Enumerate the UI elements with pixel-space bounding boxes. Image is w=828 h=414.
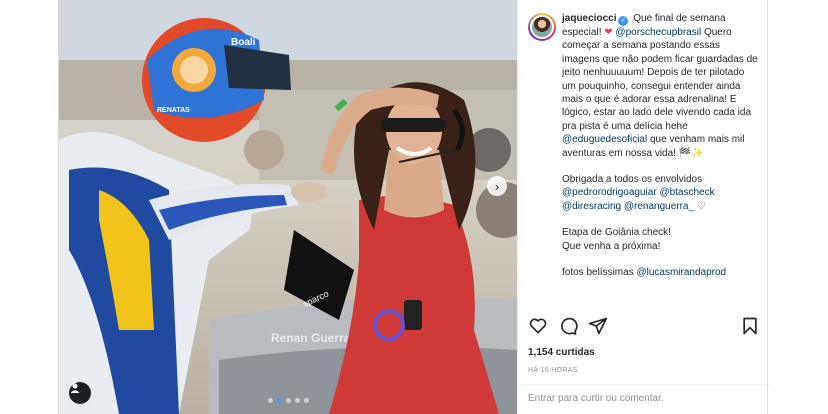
post-actions	[528, 316, 760, 338]
verified-badge-icon: ✓	[618, 16, 629, 26]
carousel-indicator	[59, 398, 517, 403]
avatar[interactable]	[528, 13, 556, 41]
white-heart-emoji: ♡	[696, 200, 706, 212]
instagram-post: Renan Guerra sparco Boali RENATAS › jaqu…	[58, 0, 770, 414]
mention-link[interactable]: @diresracing	[562, 201, 621, 212]
carousel-next-button[interactable]: ›	[487, 176, 507, 196]
bookmark-icon[interactable]	[740, 316, 760, 336]
username-link[interactable]: jaqueciocci	[562, 13, 616, 24]
mention-link[interactable]: @renanguerra_	[624, 201, 694, 212]
photo-illustration: Renan Guerra sparco Boali RENATAS	[59, 0, 517, 414]
mention-link[interactable]: @btascheck	[659, 187, 714, 198]
caption-body: Quero começar a semana postando essas im…	[562, 27, 758, 132]
comment-input[interactable]	[528, 393, 728, 404]
helmet-brand: Boali	[231, 37, 256, 48]
carousel-dot	[303, 398, 309, 403]
car-name-decal: Renan Guerra	[271, 331, 351, 345]
etapa-line: Etapa de Goiânia check!	[562, 227, 671, 239]
proxima-line: Que venha a próxima!	[562, 240, 661, 252]
helmet-text: RENATAS	[157, 107, 190, 114]
mention-link[interactable]: @eduguedesoficial	[562, 134, 647, 145]
post-side-panel: jaqueciocci ✓ Que final de semana especia…	[517, 0, 770, 414]
carousel-dot	[267, 398, 273, 403]
post-caption: jaqueciocci ✓ Que final de semana especia…	[528, 12, 760, 308]
mention-link[interactable]: @lucasmirandaprod	[636, 267, 726, 278]
heart-icon[interactable]	[528, 316, 548, 336]
post-timestamp[interactable]: HÁ 16 HORAS	[528, 367, 578, 374]
carousel-dot	[294, 398, 300, 403]
user-tag-icon	[70, 383, 80, 393]
share-icon[interactable]	[588, 316, 608, 336]
post-photo[interactable]: Renan Guerra sparco Boali RENATAS ›	[59, 0, 517, 414]
carousel-dot	[285, 398, 291, 403]
thanks-line: Obrigada a todos os envolvidos	[562, 174, 703, 186]
comment-icon[interactable]	[558, 316, 578, 336]
carousel-dot-active	[276, 398, 282, 403]
comment-bar	[518, 384, 770, 414]
likes-count[interactable]: 1,154 curtidas	[528, 347, 595, 358]
chevron-right-icon: ›	[494, 178, 500, 194]
fotos-line: fotos belíssimas	[562, 267, 634, 279]
red-heart-emoji: ❤	[604, 27, 613, 38]
mention-link[interactable]: @pedrorodrigoaguiar	[562, 187, 657, 198]
mention-link[interactable]: @porschecupbrasil	[615, 27, 701, 38]
